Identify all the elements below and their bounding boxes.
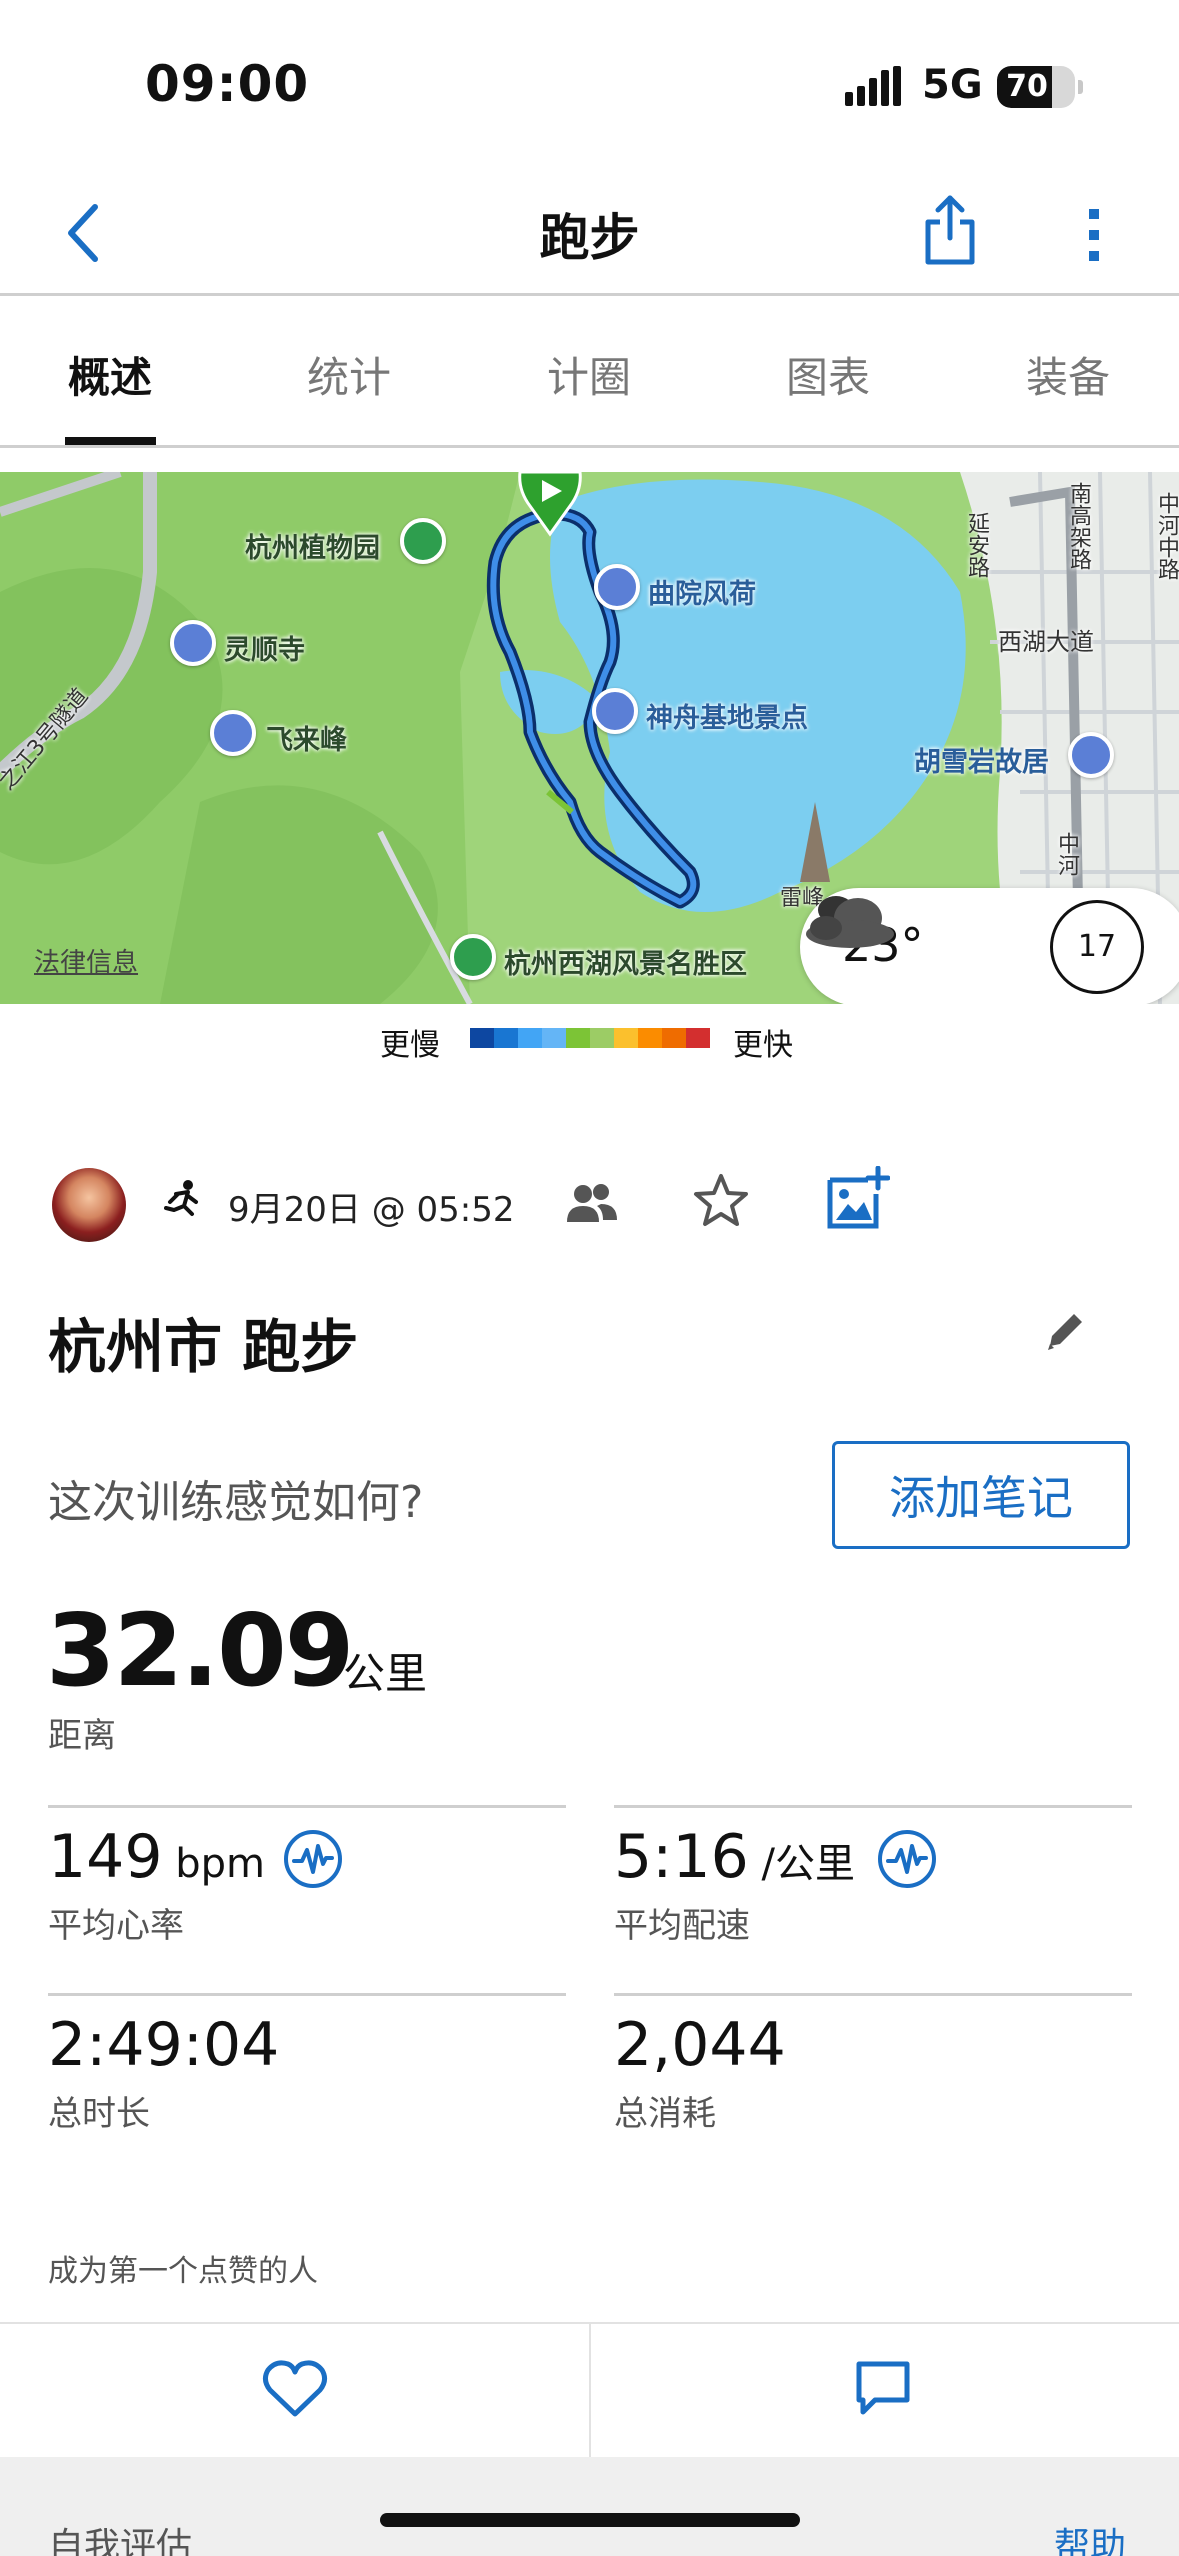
pace-color-swatch — [542, 1028, 566, 1048]
divider — [48, 1993, 566, 1996]
likes-text: 成为第一个点赞的人 — [48, 2254, 318, 2289]
avg-pace-label: 平均配速 — [614, 1906, 750, 1946]
divider — [614, 1805, 1132, 1808]
landmark-poi-icon[interactable] — [594, 564, 640, 610]
legal-link[interactable]: 法律信息 — [34, 942, 138, 979]
activity-title: 杭州市 跑步 — [48, 1313, 359, 1381]
garden-poi-icon[interactable] — [400, 518, 446, 564]
avg-heart-rate-label: 平均心率 — [48, 1906, 184, 1946]
heart-icon[interactable] — [262, 2360, 328, 2420]
weather-widget[interactable]: 23° 17 — [800, 888, 1179, 1004]
status-time: 09:00 — [145, 55, 310, 113]
map-label-quyuan: 曲院风荷 — [648, 579, 756, 610]
pace-color-swatch — [614, 1028, 638, 1048]
map-label-xihu-avenue: 西湖大道 — [998, 628, 1094, 656]
avg-pace-number: 5:16 — [614, 1822, 749, 1892]
landmark-poi-icon[interactable] — [592, 688, 638, 734]
network-type: 5G — [922, 62, 983, 108]
total-time-value: 2:49:04 — [48, 2010, 280, 2080]
avg-pace-unit: /公里 — [748, 1841, 855, 1887]
cloud-icon — [806, 896, 894, 948]
tab-laps[interactable]: 计圈 — [509, 344, 669, 405]
pace-color-swatch — [470, 1028, 494, 1048]
add-photo-icon[interactable] — [824, 1166, 890, 1232]
nav-bar: 跑步 — [0, 170, 1179, 296]
pace-color-swatch — [662, 1028, 686, 1048]
battery-level: 70 — [1006, 69, 1048, 104]
help-link[interactable]: 帮助 — [1054, 2517, 1126, 2556]
self-evaluation-section: 自我评估 帮助 — [0, 2457, 1179, 2556]
map-label-street-c: 中河中路 — [1154, 492, 1179, 580]
self-evaluation-label: 自我评估 — [48, 2526, 193, 2556]
map-label-hu-xueyan: 胡雪岩故居 — [914, 747, 1049, 778]
battery-tip — [1078, 80, 1083, 94]
tab-bar: 概述 统计 计圈 图表 装备 — [0, 296, 1179, 448]
pulse-icon[interactable] — [876, 1828, 938, 1890]
pace-slow-label: 更慢 — [380, 1028, 440, 1063]
landmark-poi-icon[interactable] — [1068, 732, 1114, 778]
pace-color-swatch — [494, 1028, 518, 1048]
map-label-botanical-garden: 杭州植物园 — [245, 533, 380, 564]
action-bar — [0, 2322, 1179, 2459]
scenic-poi-icon[interactable] — [450, 934, 496, 980]
signal-icon — [845, 66, 901, 106]
divider — [48, 1805, 566, 1808]
divider — [589, 2324, 591, 2459]
map-label-zhongshan: 中河 — [1054, 832, 1079, 876]
wind-indicator: 17 — [1050, 900, 1144, 994]
pace-color-scale — [470, 1028, 710, 1048]
running-icon — [164, 1180, 198, 1216]
tab-indicator — [65, 437, 156, 445]
map-label-street-b: 南高架路 — [1066, 482, 1091, 570]
status-bar: 09:00 5G 70 — [0, 0, 1179, 170]
distance-unit: 公里 — [343, 1649, 428, 1698]
pulse-icon[interactable] — [282, 1828, 344, 1890]
tab-stats[interactable]: 统计 — [269, 344, 429, 405]
star-icon[interactable] — [690, 1170, 752, 1232]
pace-color-swatch — [590, 1028, 614, 1048]
pace-fast-label: 更快 — [733, 1028, 793, 1063]
avg-heart-rate-number: 149 — [48, 1822, 163, 1892]
map-label-street-a: 延安路 — [964, 512, 989, 578]
divider — [614, 1993, 1132, 1996]
tab-overview[interactable]: 概述 — [30, 344, 190, 405]
pace-color-swatch — [686, 1028, 710, 1048]
page-title: 跑步 — [539, 209, 640, 267]
distance-value: 32.09 — [46, 1592, 354, 1709]
map-label-lingshun-temple: 灵顺寺 — [224, 635, 305, 666]
calories-label: 总消耗 — [614, 2094, 716, 2134]
avg-heart-rate-value: 149 bpm — [48, 1822, 265, 1892]
pace-color-swatch — [518, 1028, 542, 1048]
calories-value: 2,044 — [614, 2010, 786, 2080]
pencil-icon[interactable] — [1040, 1306, 1090, 1356]
map-label-feilai-peak: 飞来峰 — [266, 725, 347, 756]
activity-date: 9月20日 @ 05:52 — [228, 1190, 515, 1230]
tab-charts[interactable]: 图表 — [748, 344, 908, 405]
pace-color-swatch — [566, 1028, 590, 1048]
wind-speed: 17 — [1077, 929, 1117, 964]
comment-icon[interactable] — [853, 2358, 913, 2418]
total-time-label: 总时长 — [48, 2094, 150, 2134]
temple-poi-icon[interactable] — [170, 620, 216, 666]
pace-color-swatch — [638, 1028, 662, 1048]
map-label-west-lake-scenic: 杭州西湖风景名胜区 — [504, 949, 747, 980]
avg-pace-value: 5:16 /公里 — [614, 1822, 855, 1892]
pace-legend: 更慢 更快 — [0, 1012, 1179, 1072]
avatar[interactable] — [52, 1168, 126, 1242]
more-vertical-icon[interactable] — [1075, 195, 1115, 275]
feeling-question: 这次训练感觉如何? — [48, 1477, 424, 1528]
distance-label: 距离 — [48, 1716, 116, 1756]
route-map[interactable]: 杭州植物园 灵顺寺 飞来峰 曲院风荷 神舟基地景点 胡雪岩故居 西湖大道 雷峰 … — [0, 472, 1179, 1004]
people-icon[interactable] — [563, 1180, 619, 1226]
tab-gear[interactable]: 装备 — [988, 344, 1148, 405]
battery-icon: 70 — [997, 66, 1075, 108]
temple-poi-icon[interactable] — [210, 710, 256, 756]
home-indicator — [380, 2513, 800, 2527]
avg-heart-rate-unit: bpm — [162, 1841, 265, 1887]
add-note-button[interactable]: 添加笔记 — [832, 1441, 1130, 1549]
map-label-shenzhou: 神舟基地景点 — [646, 703, 808, 734]
share-icon[interactable] — [920, 190, 980, 270]
